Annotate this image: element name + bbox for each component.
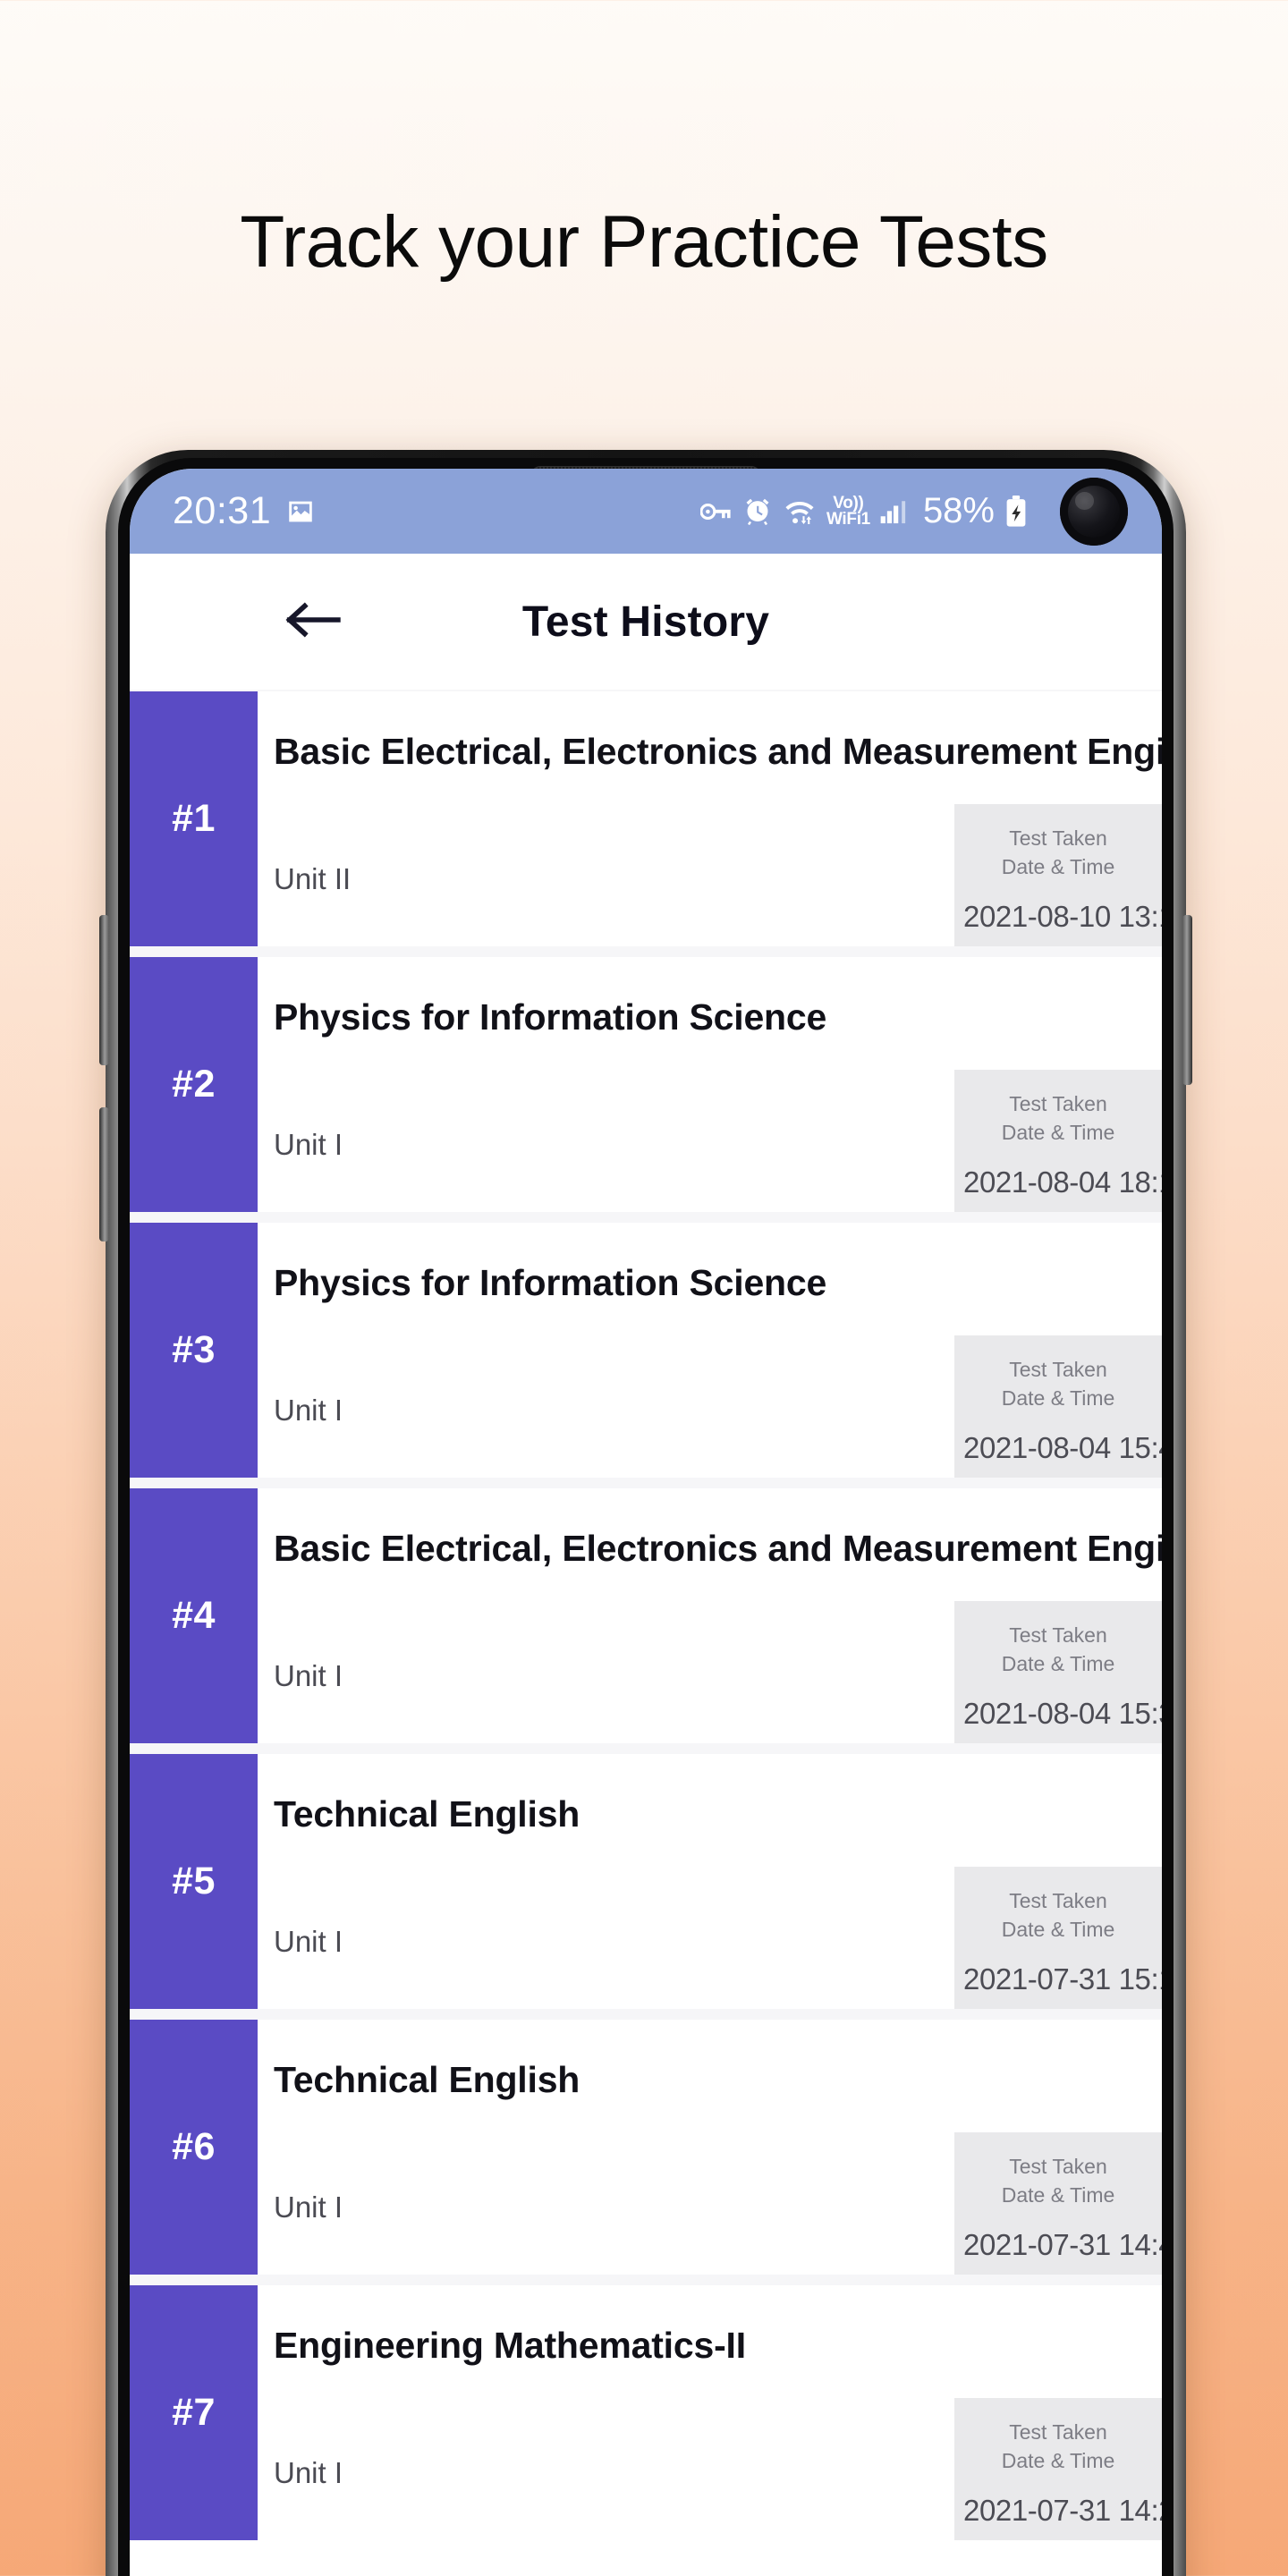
test-history-row[interactable]: #2 Physics for Information Science Unit … [130, 957, 1162, 1212]
test-taken-label-line2: Date & Time [1001, 2449, 1115, 2473]
unit-label: Unit I [274, 1659, 343, 1692]
subject-title: Engineering Mathematics-II [274, 2325, 746, 2366]
image-icon [285, 496, 316, 527]
vowifi-bottom-label: WiFi1 [826, 509, 870, 529]
test-taken-box: Test Taken Date & Time 2021-08-10 13:18 [954, 803, 1162, 946]
rank-badge: #5 [130, 1754, 258, 2009]
test-taken-box: Test Taken Date & Time 2021-08-04 15:48 [954, 1335, 1162, 1478]
test-taken-box: Test Taken Date & Time 2021-07-31 14:41 [954, 2131, 1162, 2275]
rank-badge: #7 [130, 2285, 258, 2540]
test-taken-datetime: 2021-08-04 18:11 [963, 1165, 1162, 1199]
volume-down-button[interactable] [99, 1107, 109, 1241]
subject-title: Technical English [274, 1793, 580, 1835]
test-taken-label-line2: Date & Time [1001, 2183, 1115, 2207]
subject-title: Basic Electrical, Electronics and Measur… [274, 731, 1162, 772]
test-taken-label-line2: Date & Time [1001, 1121, 1115, 1145]
test-taken-datetime: 2021-07-31 14:22 [963, 2494, 1162, 2527]
subject-title: Technical English [274, 2059, 580, 2100]
test-taken-box: Test Taken Date & Time 2021-08-04 15:32 [954, 1600, 1162, 1743]
test-taken-box: Test Taken Date & Time 2021-07-31 15:12 [954, 1866, 1162, 2009]
power-button[interactable] [1182, 915, 1192, 1085]
test-taken-label-line1: Test Taken [1009, 1091, 1107, 1115]
test-history-row[interactable]: #1 Basic Electrical, Electronics and Mea… [130, 691, 1162, 946]
back-button[interactable] [282, 590, 344, 653]
arrow-left-icon [285, 599, 341, 645]
phone-device-mockup: 20:31 Vo)) WiFi1 58% Test History #1 Bas… [99, 450, 1192, 2576]
test-taken-label-line1: Test Taken [1009, 826, 1107, 850]
row-body: Physics for Information Science Unit I T… [258, 1223, 1162, 1478]
subject-title: Physics for Information Science [274, 1262, 827, 1303]
test-history-row[interactable]: #3 Physics for Information Science Unit … [130, 1223, 1162, 1478]
test-taken-datetime: 2021-08-10 13:18 [963, 900, 1162, 933]
unit-label: Unit II [274, 862, 352, 895]
key-icon [699, 498, 733, 525]
rank-badge: #6 [130, 2020, 258, 2275]
wifi-icon [783, 496, 817, 527]
test-taken-label-line1: Test Taken [1009, 2419, 1107, 2444]
rank-badge: #3 [130, 1223, 258, 1478]
test-taken-label-line2: Date & Time [1001, 1652, 1115, 1676]
row-body: Basic Electrical, Electronics and Measur… [258, 691, 1162, 946]
status-clock: 20:31 [173, 489, 272, 532]
volume-up-button[interactable] [99, 915, 109, 1065]
row-body: Technical English Unit I Test Taken Date… [258, 2020, 1162, 2275]
signal-icon [880, 497, 911, 526]
row-body: Physics for Information Science Unit I T… [258, 957, 1162, 1212]
test-taken-label-line2: Date & Time [1001, 855, 1115, 879]
unit-label: Unit I [274, 1128, 343, 1161]
rank-badge: #1 [130, 691, 258, 946]
unit-label: Unit I [274, 1925, 343, 1958]
subject-title: Physics for Information Science [274, 996, 827, 1038]
test-history-row[interactable]: #4 Basic Electrical, Electronics and Mea… [130, 1488, 1162, 1743]
row-body: Basic Electrical, Electronics and Measur… [258, 1488, 1162, 1743]
test-taken-datetime: 2021-07-31 15:12 [963, 1962, 1162, 1996]
promo-headline: Track your Practice Tests [240, 201, 1048, 283]
vowifi-top-label: Vo)) [833, 494, 864, 513]
rank-badge: #2 [130, 957, 258, 1212]
test-history-row[interactable]: #7 Engineering Mathematics-II Unit I Tes… [130, 2285, 1162, 2540]
phone-screen: 20:31 Vo)) WiFi1 58% Test History #1 Bas… [130, 469, 1162, 2576]
status-bar-left: 20:31 [173, 492, 316, 530]
alarm-icon [742, 496, 773, 527]
unit-label: Unit I [274, 2190, 343, 2224]
test-history-row[interactable]: #5 Technical English Unit I Test Taken D… [130, 1754, 1162, 2009]
vowifi-icon: Vo)) WiFi1 [826, 494, 870, 529]
row-body: Technical English Unit I Test Taken Date… [258, 1754, 1162, 2009]
test-taken-label-line2: Date & Time [1001, 1918, 1115, 1942]
test-taken-box: Test Taken Date & Time 2021-07-31 14:22 [954, 2397, 1162, 2540]
test-taken-datetime: 2021-08-04 15:32 [963, 1697, 1162, 1730]
test-taken-label-line1: Test Taken [1009, 2154, 1107, 2178]
rank-badge: #4 [130, 1488, 258, 1743]
unit-label: Unit I [274, 1394, 343, 1427]
test-history-row[interactable]: #6 Technical English Unit I Test Taken D… [130, 2020, 1162, 2275]
subject-title: Basic Electrical, Electronics and Measur… [274, 1528, 1162, 1569]
test-taken-label-line2: Date & Time [1001, 1386, 1115, 1411]
test-taken-label-line1: Test Taken [1009, 1623, 1107, 1647]
battery-charging-icon [1004, 495, 1028, 528]
test-taken-box: Test Taken Date & Time 2021-08-04 18:11 [954, 1069, 1162, 1212]
test-taken-datetime: 2021-07-31 14:41 [963, 2228, 1162, 2261]
status-bar: 20:31 Vo)) WiFi1 58% [130, 469, 1162, 554]
test-history-list[interactable]: #1 Basic Electrical, Electronics and Mea… [130, 690, 1162, 2540]
battery-percent-label: 58% [922, 491, 995, 530]
row-body: Engineering Mathematics-II Unit I Test T… [258, 2285, 1162, 2540]
unit-label: Unit I [274, 2456, 343, 2489]
app-bar: Test History [130, 554, 1162, 690]
test-taken-label-line1: Test Taken [1009, 1357, 1107, 1381]
test-taken-datetime: 2021-08-04 15:48 [963, 1431, 1162, 1464]
test-taken-label-line1: Test Taken [1009, 1888, 1107, 1912]
front-camera-cutout [1060, 477, 1128, 546]
